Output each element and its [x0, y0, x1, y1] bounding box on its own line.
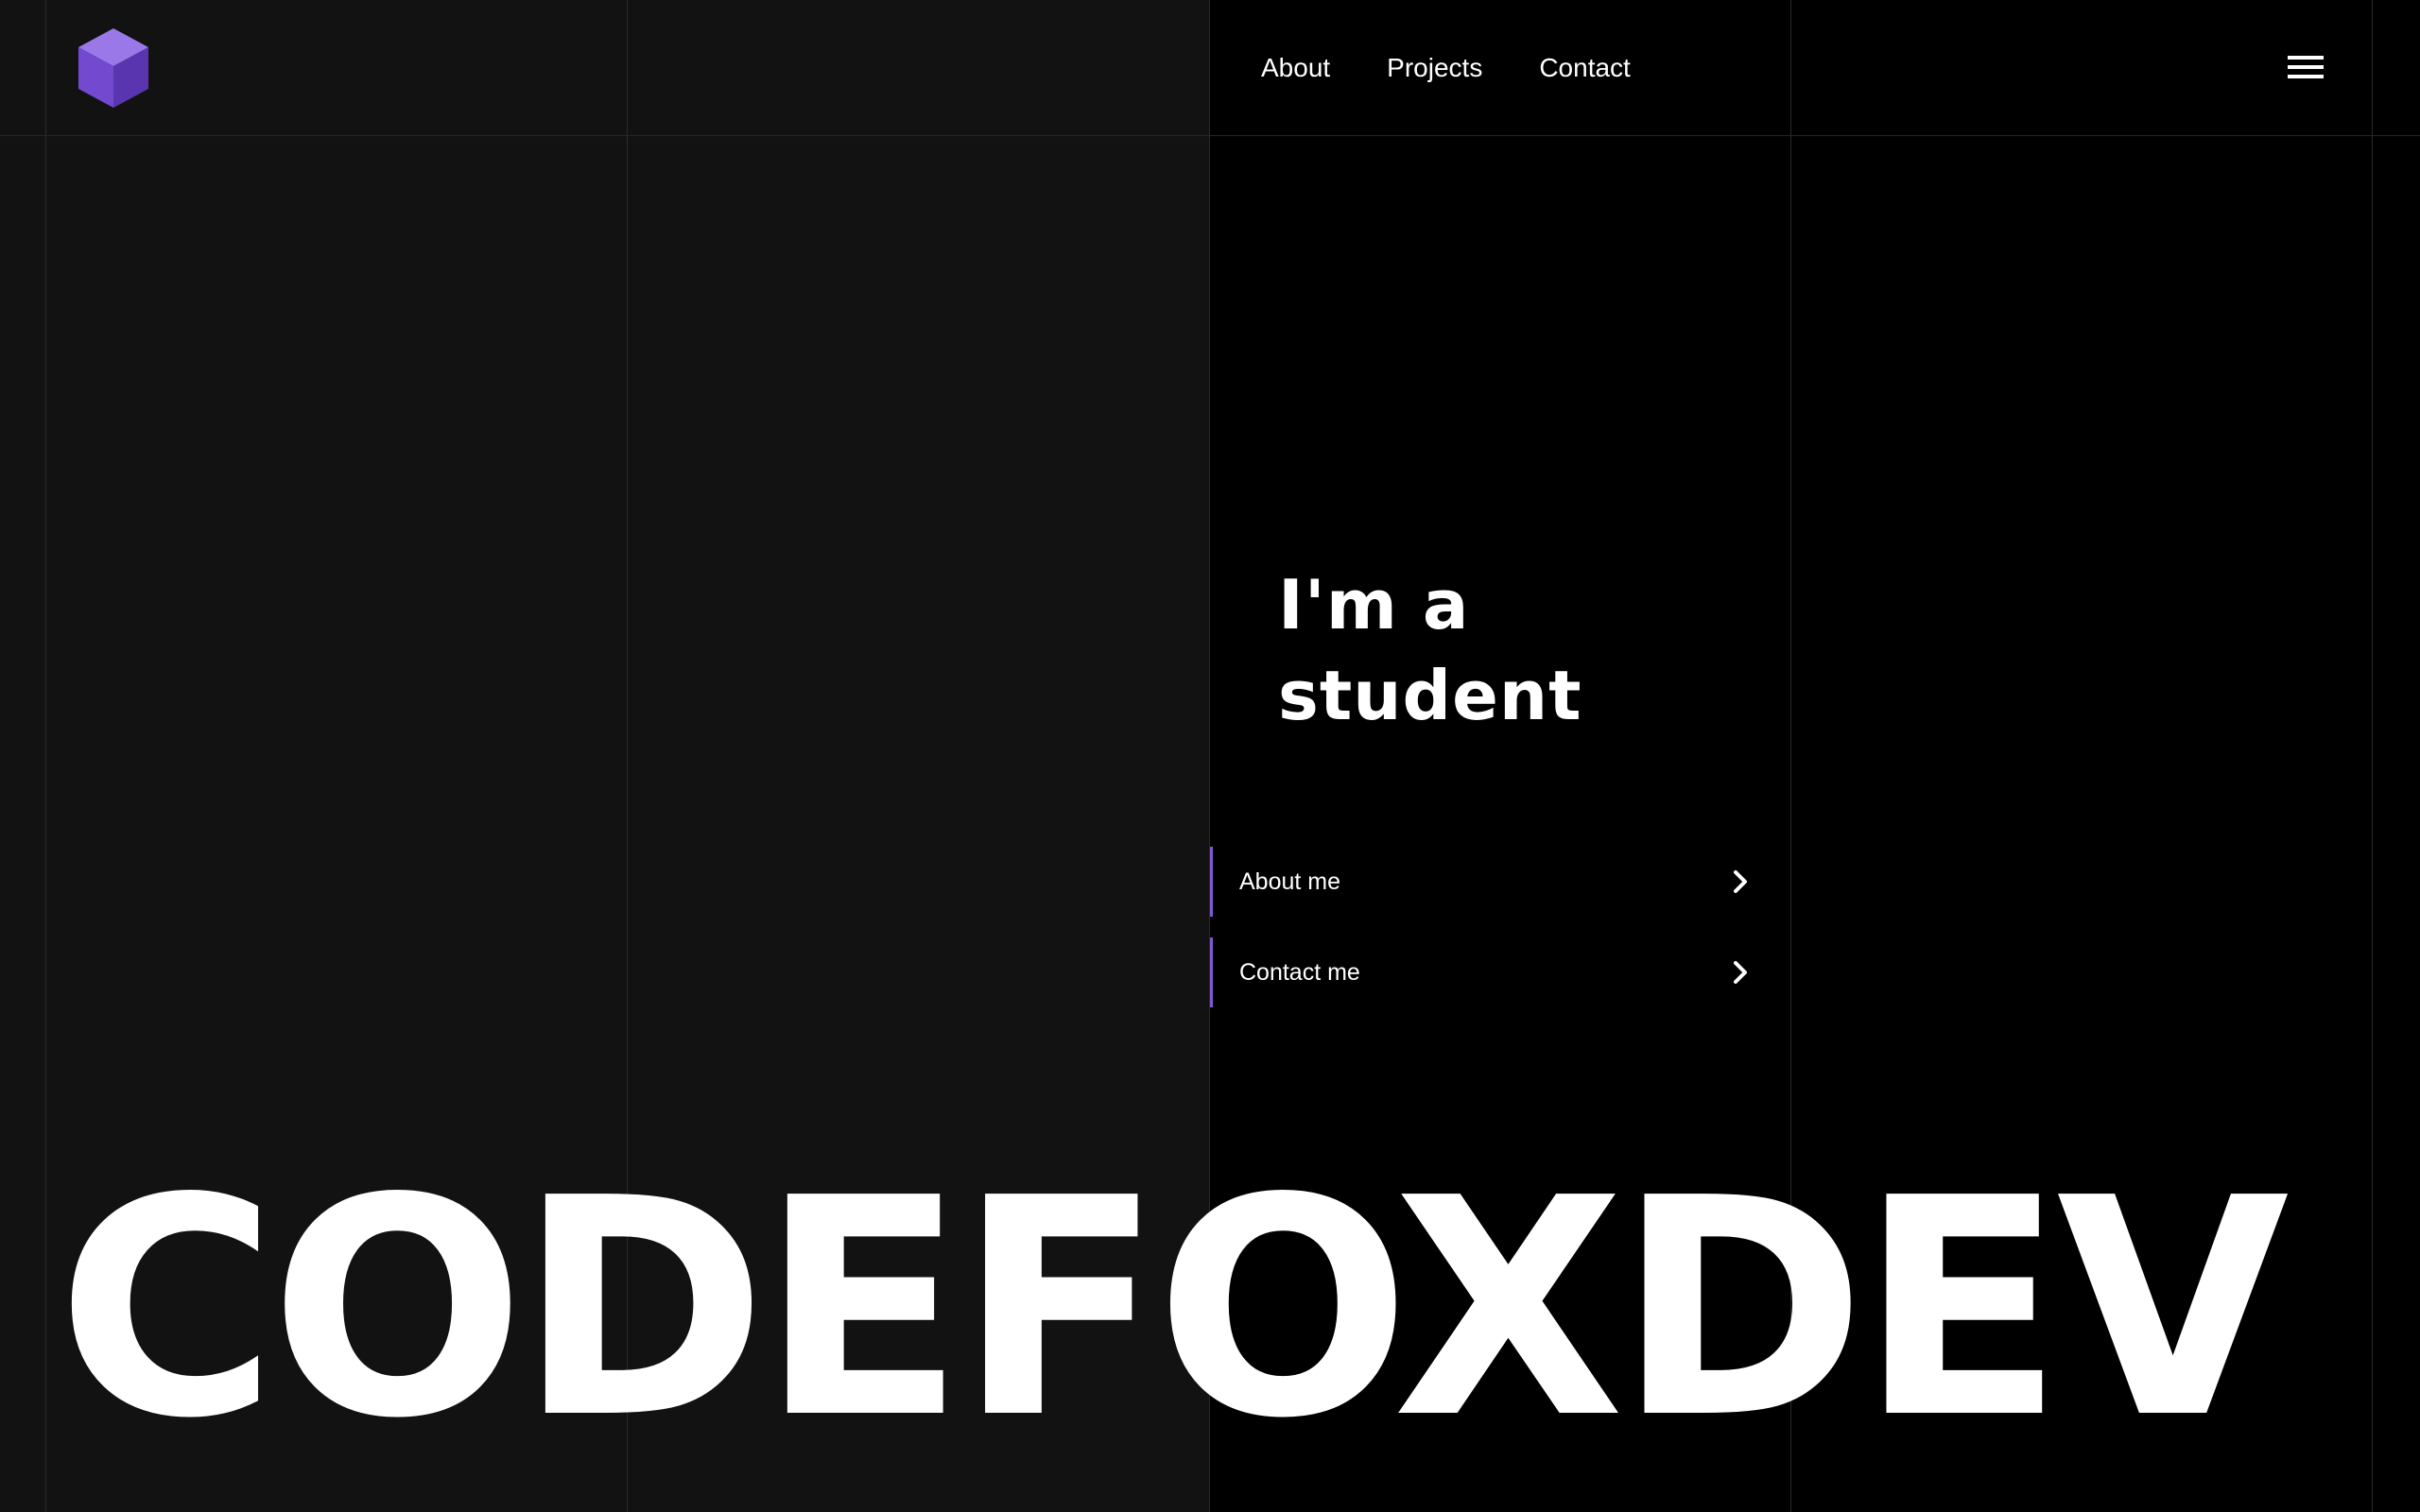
- cta-list: About me Contact me: [1210, 847, 1768, 1028]
- nav-link-contact[interactable]: Contact: [1539, 49, 1631, 87]
- nav-link-projects[interactable]: Projects: [1387, 49, 1482, 87]
- cube-logo-icon[interactable]: [76, 26, 151, 110]
- hero-line-1: I'm a: [1278, 565, 1470, 644]
- grid-line: [45, 0, 46, 1512]
- nav-link-about[interactable]: About: [1261, 49, 1330, 87]
- cta-label: Contact me: [1239, 958, 1360, 986]
- header-divider: [0, 135, 2420, 136]
- about-me-link[interactable]: About me: [1210, 847, 1768, 917]
- chevron-right-icon: [1734, 961, 1747, 984]
- top-nav: About Projects Contact: [1261, 49, 1631, 87]
- hamburger-menu-icon[interactable]: [2288, 52, 2324, 82]
- contact-me-link[interactable]: Contact me: [1210, 937, 1768, 1007]
- chevron-right-icon: [1734, 870, 1747, 893]
- brand-wordmark: CODEFOXDEV: [57, 1172, 2290, 1446]
- hero-line-2: student: [1278, 656, 1582, 735]
- hero-heading: I'm a student: [1278, 559, 1751, 741]
- cta-label: About me: [1239, 868, 1341, 895]
- page: About Projects Contact I'm a student Abo…: [0, 0, 2420, 1512]
